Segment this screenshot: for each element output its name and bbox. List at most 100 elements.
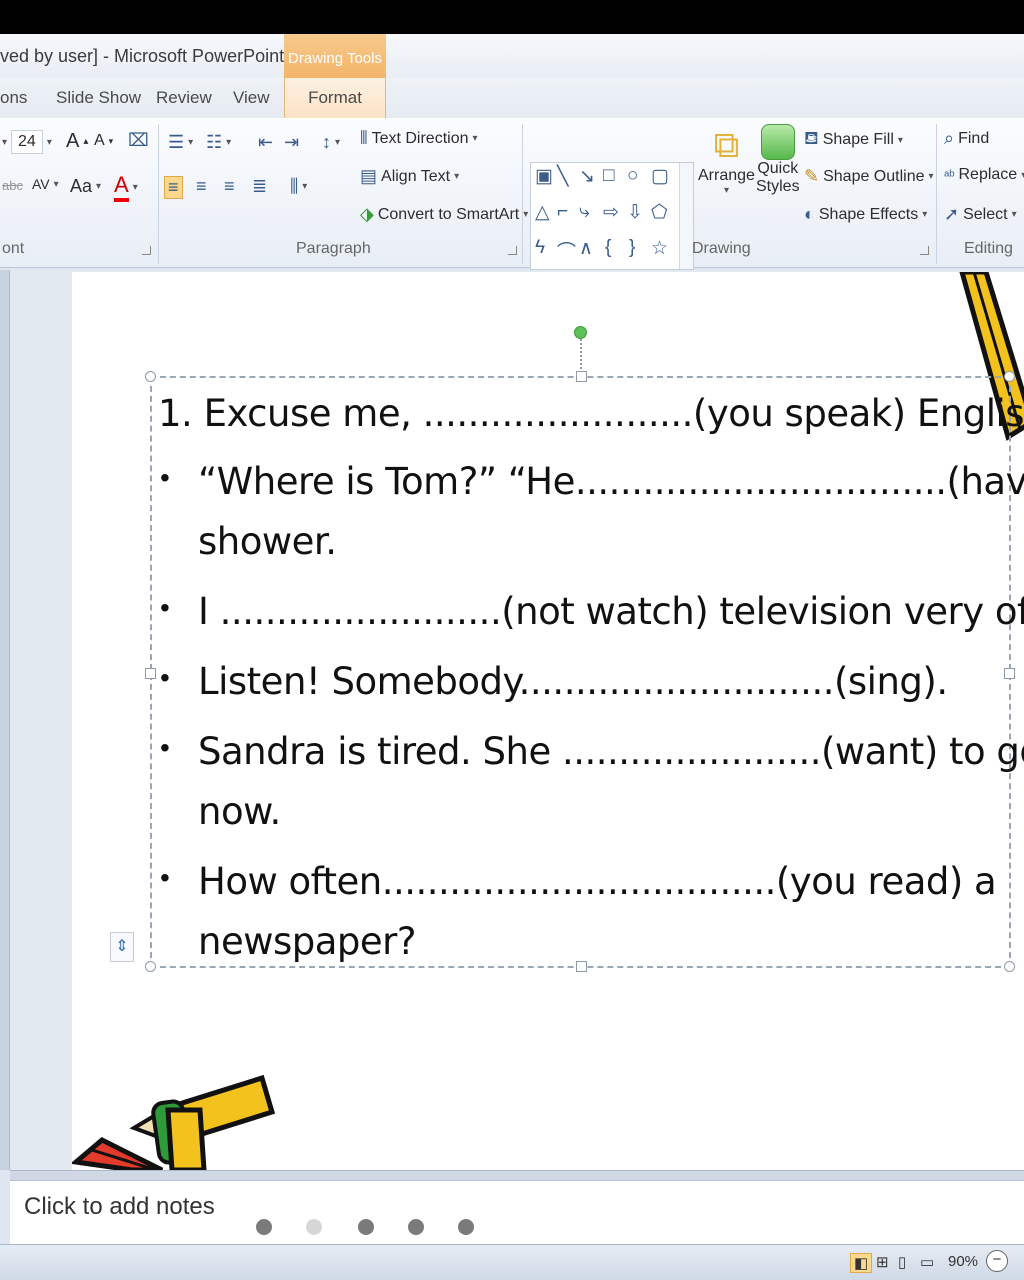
exercise-line-1[interactable]: 1. Excuse me, ........................(y… [158,392,1024,435]
lightning-shape-icon[interactable]: ϟ [535,237,545,259]
arc-shape-icon[interactable]: ⌒ [557,237,576,264]
zoom-out-icon[interactable]: − [986,1250,1008,1272]
select-button[interactable]: ➚ Select ▾ [944,204,1017,225]
shape-outline-button[interactable]: ✎ Shape Outline ▾ [804,166,934,187]
oval-shape-icon[interactable]: ○ [627,165,638,187]
rounded-rectangle-shape-icon[interactable]: ▢ [651,165,669,188]
zoom-level[interactable]: 90% [948,1253,978,1270]
editing-group-label: Editing [964,240,1013,257]
clear-formatting-button[interactable]: ⌧ [128,130,149,151]
exercise-line-6[interactable]: How often...............................… [198,860,997,903]
grow-font-button[interactable]: A ▴ [66,130,88,153]
strikethrough-button[interactable]: abc [2,178,23,193]
elbow-connector-shape-icon[interactable]: ⌐ [557,201,568,223]
tab-format[interactable]: Format [284,78,386,118]
resize-handle-bottom[interactable] [576,961,587,972]
shapes-gallery[interactable]: ▣ ╲ ↘ □ ○ ▢ △ ⌐ ⤷ ⇨ ⇩ ⬠ ϟ ⌒ ∧ { } ☆ [530,162,694,270]
resize-handle-top[interactable] [576,371,587,382]
exercise-line-6-cont[interactable]: newspaper? [198,920,417,963]
change-case-button[interactable]: Aa ▾ [70,176,101,197]
columns-button[interactable]: ⫼ ▾ [290,176,307,197]
rectangle-shape-icon[interactable]: □ [603,165,614,187]
tab-review[interactable]: Review [156,88,212,108]
find-button[interactable]: ⌕ Find [944,128,989,149]
drawing-dialog-launcher[interactable] [920,246,929,255]
font-size-dropdown[interactable]: ▾ 24 ▾ [2,130,52,154]
progress-dot [358,1219,374,1235]
notes-splitter[interactable] [10,1170,1024,1180]
font-dialog-launcher[interactable] [142,246,151,255]
triangle-shape-icon[interactable]: △ [535,201,550,224]
text-direction-button[interactable]: ⫴ Text Direction ▾ [360,128,478,149]
notes-placeholder[interactable]: Click to add notes [24,1193,215,1221]
exercise-line-5[interactable]: Sandra is tired. She ...................… [198,730,1024,773]
resize-handle-bottom-left[interactable] [145,961,156,972]
numbering-button[interactable]: ☷ ▾ [206,132,231,153]
align-right-button[interactable]: ≡ [224,176,235,197]
change-case-icon: Aa [70,176,93,196]
star-shape-icon[interactable]: ☆ [651,237,668,260]
exercise-line-5-cont[interactable]: now. [198,790,281,833]
convert-to-smartart-button[interactable]: ⬗ Convert to SmartArt ▾ [360,204,528,225]
shrink-font-icon: A [94,132,105,149]
reading-view-icon[interactable]: ▯ [898,1253,906,1271]
bullets-icon: ☰ [168,132,185,152]
tab-slide-show[interactable]: Slide Show [56,88,141,108]
line-spacing-button[interactable]: ↕ ▾ [322,132,340,153]
resize-handle-top-right[interactable] [1004,371,1015,382]
center-button[interactable]: ≡ [196,176,207,197]
paragraph-group-label: Paragraph [296,240,371,257]
tab-view[interactable]: View [233,88,270,108]
columns-icon: ⫼ [290,176,299,196]
paragraph-dialog-launcher[interactable] [508,246,517,255]
resize-handle-left[interactable] [145,668,156,679]
elbow-arrow-shape-icon[interactable]: ⤷ [579,201,590,223]
down-arrow-shape-icon[interactable]: ⇩ [627,201,643,224]
align-text-button[interactable]: ▤ Align Text ▾ [360,166,459,187]
pencil-outline-icon: ✎ [804,166,820,186]
arrow-line-shape-icon[interactable]: ↘ [579,165,595,188]
quick-styles-button[interactable]: Quick Styles [756,124,800,196]
exercise-line-3[interactable]: I .........................(not watch) t… [198,590,1024,633]
decrease-indent-button[interactable]: ⇤ [258,132,273,153]
shape-fill-button[interactable]: ⛾ Shape Fill ▾ [804,128,903,152]
shape-effects-button[interactable]: ◐ Shape Effects ▾ [804,204,927,225]
align-left-button[interactable]: ≡ [164,176,183,199]
progress-dot [458,1219,474,1235]
bullets-button[interactable]: ☰ ▾ [168,132,193,153]
textbox-shape-icon[interactable]: ▣ [535,165,553,188]
font-color-button[interactable]: A ▾ [114,172,138,202]
rotation-handle[interactable] [574,326,587,339]
resize-handle-top-left[interactable] [145,371,156,382]
shape-effects-icon: ◐ [804,204,815,224]
gallery-scrollbar[interactable] [679,163,693,269]
exercise-line-2[interactable]: “Where is Tom?” “He.....................… [198,460,1024,503]
center-align-icon: ≡ [196,176,207,196]
exercise-line-4[interactable]: Listen! Somebody........................… [198,660,948,703]
tab-animations[interactable]: ons [0,88,27,108]
left-brace-shape-icon[interactable]: { [605,237,611,259]
justify-button[interactable]: ≣ [252,176,267,197]
character-spacing-button[interactable]: AV ▾ [32,176,59,192]
notes-pane[interactable]: Click to add notes [10,1180,1024,1244]
line-shape-icon[interactable]: ╲ [557,165,568,188]
right-arrow-shape-icon[interactable]: ⇨ [603,201,619,224]
powerpoint-window: ved by user] - Microsoft PowerPoint Draw… [0,34,1024,1280]
bullet-icon: • [160,732,170,763]
increase-indent-button[interactable]: ⇥ [284,132,299,153]
resize-handle-right[interactable] [1004,668,1015,679]
slides-pane-edge[interactable] [0,270,10,1170]
selected-text-placeholder[interactable]: 1. Excuse me, ........................(y… [145,371,1024,972]
exercise-line-2-cont[interactable]: shower. [198,520,337,563]
pentagon-shape-icon[interactable]: ⬠ [651,201,668,224]
resize-handle-bottom-right[interactable] [1004,961,1015,972]
slideshow-view-icon[interactable]: ▭ [920,1253,934,1271]
shrink-font-button[interactable]: A ▾ [94,132,113,150]
replace-button[interactable]: ᵃᵇ Replace ▾ [944,166,1024,184]
autofit-options-icon[interactable]: ⇕ [110,932,134,962]
right-brace-shape-icon[interactable]: } [629,237,635,259]
normal-view-icon[interactable]: ◧ [850,1253,873,1273]
slide-sorter-view-icon[interactable]: ⊞ [876,1253,889,1271]
arrange-button[interactable]: ⧉ Arrange ▾ [698,124,755,196]
curve-shape-icon[interactable]: ∧ [579,237,593,260]
